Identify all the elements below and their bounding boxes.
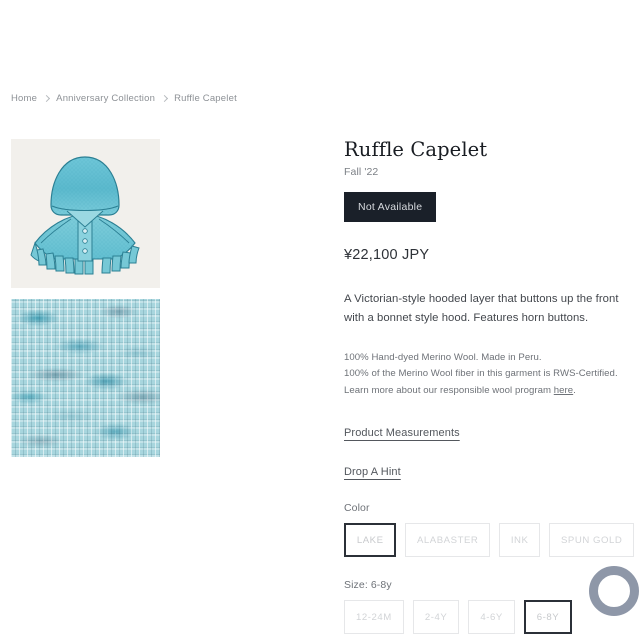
fineprint-program: Learn more about our responsible wool pr… bbox=[344, 383, 634, 400]
product-illustration-image[interactable] bbox=[11, 139, 160, 288]
page-title: Ruffle Capelet bbox=[344, 138, 488, 161]
chat-bubble-icon[interactable] bbox=[589, 566, 639, 616]
color-option-ink[interactable]: INK bbox=[498, 523, 541, 558]
product-info: Ruffle Capelet Fall '22 Not Available ¥2… bbox=[344, 138, 634, 635]
product-gallery bbox=[11, 139, 160, 457]
measurements-link-block: Product Measurements bbox=[344, 423, 634, 441]
knit-color-variation bbox=[11, 299, 160, 457]
chevron-right-icon bbox=[43, 94, 51, 102]
size-option-6-8y[interactable]: 6-8Y bbox=[523, 600, 573, 635]
size-option-4-6y[interactable]: 4-6Y bbox=[468, 600, 515, 635]
color-option-spun-gold[interactable]: SPUN GOLD bbox=[549, 523, 634, 558]
breadcrumb-item-anniversary-collection[interactable]: Anniversary Collection bbox=[56, 93, 155, 104]
capelet-illustration-icon bbox=[11, 139, 160, 288]
product-season: Fall '22 bbox=[344, 166, 379, 179]
drop-a-hint-link[interactable]: Drop A Hint bbox=[344, 466, 401, 478]
chevron-right-icon bbox=[161, 94, 169, 102]
fineprint-program-text: Learn more about our responsible wool pr… bbox=[344, 384, 554, 396]
breadcrumb-item-ruffle-capelet[interactable]: Ruffle Capelet bbox=[174, 93, 237, 104]
fineprint-certification: 100% of the Merino Wool fiber in this ga… bbox=[344, 368, 618, 380]
product-description: A Victorian-style hooded layer that butt… bbox=[344, 293, 619, 325]
size-option-12-24m[interactable]: 12-24M bbox=[344, 600, 404, 635]
fineprint-material: 100% Hand-dyed Merino Wool. Made in Peru… bbox=[344, 351, 542, 363]
product-price: ¥22,100 JPY bbox=[344, 247, 430, 264]
breadcrumb: Home Anniversary Collection Ruffle Capel… bbox=[11, 93, 237, 104]
size-option-2-4y[interactable]: 2-4Y bbox=[412, 600, 460, 635]
availability-button[interactable]: Not Available bbox=[344, 192, 437, 223]
color-options: LAKE ALABASTER INK SPUN GOLD bbox=[344, 523, 634, 558]
color-label: Color bbox=[344, 502, 370, 515]
size-options: 12-24M 2-4Y 4-6Y 6-8Y bbox=[344, 600, 634, 635]
breadcrumb-item-home[interactable]: Home bbox=[11, 93, 37, 104]
product-measurements-link[interactable]: Product Measurements bbox=[344, 427, 460, 439]
responsible-wool-link[interactable]: here bbox=[554, 385, 573, 396]
product-fineprint: 100% Hand-dyed Merino Wool. Made in Peru… bbox=[344, 350, 634, 400]
yarn-swatch-image[interactable] bbox=[11, 299, 160, 457]
fineprint-period: . bbox=[573, 384, 576, 396]
hint-link-block: Drop A Hint bbox=[344, 462, 634, 480]
color-option-alabaster[interactable]: ALABASTER bbox=[405, 523, 490, 558]
color-option-lake[interactable]: LAKE bbox=[344, 523, 397, 558]
